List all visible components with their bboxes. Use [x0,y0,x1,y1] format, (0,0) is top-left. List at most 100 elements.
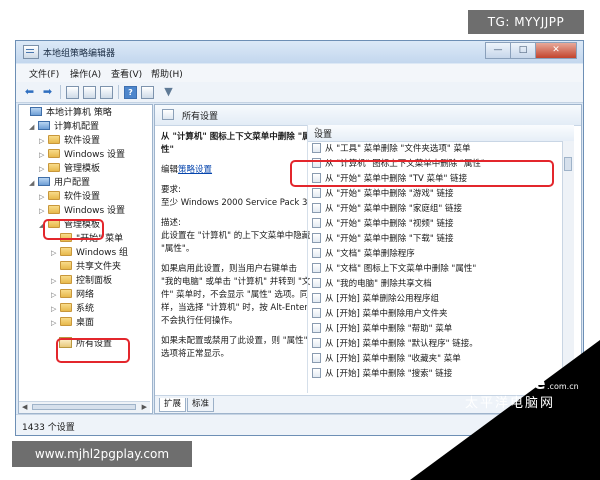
collapse-arrow-icon[interactable]: ▷ [51,275,60,288]
list-item[interactable]: 从 "文档" 菜单删除程序 [308,247,574,262]
collapse-arrow-icon[interactable]: ▷ [51,303,60,316]
highlight-admin-templates [43,219,104,240]
edit-policy-link[interactable]: 策略设置 [178,165,212,175]
computer-icon [38,177,50,186]
setting-description: 从 "计算机" 图标上下文菜单中删除 "属性" 编辑策略设置 要求: 至少 Win… [161,131,311,368]
properties-icon[interactable] [141,86,154,99]
folder-icon [60,289,72,298]
window-controls: — □ ✕ [485,42,577,59]
tree-item-system[interactable]: ▷ 系统 [51,303,94,316]
tree-item-user-software-settings[interactable]: ▷ 软件设置 [39,191,100,204]
folder-icon [60,261,72,270]
menu-view[interactable]: 查看(V) [111,67,142,80]
policy-icon [312,338,321,348]
computer-icon [30,107,42,116]
list-item[interactable]: 从 "开始" 菜单中删除 "下载" 链接 [308,232,574,247]
tree-item-desktop[interactable]: ▷ 桌面 [51,317,94,330]
scroll-left-arrow-icon[interactable]: ◀ [22,403,27,411]
tree-item-network[interactable]: ▷ 网络 [51,289,94,302]
sort-indicator-icon: ^ [314,127,320,135]
policy-icon [312,368,321,378]
menu-file[interactable]: 文件(F) [29,67,59,80]
tree-item-computer-config[interactable]: ◢ 计算机配置 [29,121,99,134]
folder-icon [60,317,72,326]
highlight-selected-row [290,160,554,187]
list-item[interactable]: 从 "工具" 菜单删除 "文件夹选项" 菜单 [308,142,574,157]
filter-icon[interactable]: ▼ [162,85,175,98]
export-list-icon[interactable] [100,86,113,99]
tree-item-control-panel[interactable]: ▷ 控制面板 [51,275,112,288]
pconline-logo: PConline .com.cn 太平洋电脑网 [465,374,579,411]
edit-policy-line: 编辑策略设置 [161,165,213,175]
watermark-top: TG: MYYJJPP [468,10,584,34]
list-item[interactable]: 从 "文档" 图标上下文菜单中删除 "属性" [308,262,574,277]
minimize-button[interactable]: — [485,42,511,59]
tree-item-windows-components[interactable]: ▷ Windows 组 [51,247,128,260]
tree-item-admin-templates[interactable]: ▷ 管理模板 [39,163,100,176]
status-count: 1433 个设置 [22,423,75,433]
setting-title: 从 "计算机" 图标上下文菜单中删除 "属性" [161,132,311,155]
folder-icon [48,149,60,158]
show-hide-tree-icon[interactable] [83,86,96,99]
list-item[interactable]: 从 "我的电脑" 删除共享文档 [308,277,574,292]
collapse-arrow-icon[interactable]: ▷ [39,191,48,204]
list-item[interactable]: 从 "开始" 菜单中删除 "游戏" 链接 [308,187,574,202]
collapse-arrow-icon[interactable]: ▷ [51,289,60,302]
scroll-thumb[interactable] [564,157,572,171]
tree-item-shared-folders[interactable]: 共享文件夹 [51,261,121,274]
policy-icon [312,308,321,318]
maximize-button[interactable]: □ [510,42,536,59]
list-item[interactable]: 从 "开始" 菜单中删除 "家庭组" 链接 [308,202,574,217]
settings-pane-title: 所有设置 [182,112,219,122]
menu-action[interactable]: 操作(A) [70,67,101,80]
list-item[interactable]: 从 [开始] 菜单删除公用程序组 [308,292,574,307]
folder-icon [60,275,72,284]
close-button[interactable]: ✕ [535,42,577,59]
collapse-arrow-icon[interactable]: ▷ [39,205,48,218]
watermark-bottom: www.mjhl2pgplay.com [12,441,192,467]
back-arrow-icon[interactable]: ⬅ [23,85,36,98]
settings-folder-icon [162,109,174,120]
tree-item-local-policy[interactable]: 本地计算机 策略 [21,107,112,120]
policy-icon [312,353,321,363]
collapse-arrow-icon[interactable]: ▷ [39,135,48,148]
tree-horizontal-scrollbar[interactable]: ◀ ▶ [19,401,150,413]
collapse-arrow-icon[interactable]: ▷ [51,317,60,330]
menu-help[interactable]: 帮助(H) [151,67,183,80]
expand-arrow-icon[interactable]: ◢ [29,121,38,134]
tree-item-windows-settings[interactable]: ▷ Windows 设置 [39,149,125,162]
tree-item-user-config[interactable]: ◢ 用户配置 [29,177,90,190]
folder-icon [48,205,60,214]
expand-arrow-icon[interactable]: ◢ [29,177,38,190]
list-item[interactable]: 从 [开始] 菜单中删除用户文件夹 [308,307,574,322]
help-icon[interactable]: ? [124,86,137,99]
collapse-arrow-icon[interactable]: ▷ [39,163,48,176]
policy-icon [312,218,321,228]
requirements: 要求: 至少 Windows 2000 Service Pack 3 [161,185,308,208]
disabled-explanation: 如果未配置或禁用了此设置，则 "属性" 选项将正常显示。 [161,336,308,359]
tree-item-software-settings[interactable]: ▷ 软件设置 [39,135,100,148]
policy-icon [312,323,321,333]
list-item[interactable]: 从 "开始" 菜单中删除 "视频" 链接 [308,217,574,232]
forward-arrow-icon[interactable]: ➡ [41,85,54,98]
collapse-arrow-icon[interactable]: ▷ [39,149,48,162]
column-header-setting[interactable]: 设置 ^ [308,125,574,142]
enabled-explanation: 如果启用此设置，则当用户右键单击 "我的电脑" 或单击 "计算机" 并转到 "文… [161,264,311,326]
tree-item-user-windows-settings[interactable]: ▷ Windows 设置 [39,205,125,218]
collapse-arrow-icon[interactable]: ▷ [51,247,60,260]
policy-icon [312,188,321,198]
tab-standard[interactable]: 标准 [187,398,215,412]
menu-bar: 文件(F) 操作(A) 查看(V) 帮助(H) [16,64,583,82]
tab-extended[interactable]: 扩展 [159,398,187,412]
settings-pane-header: 所有设置 [155,105,581,126]
folder-icon [48,135,60,144]
policy-icon [312,143,321,153]
list-item[interactable]: 从 [开始] 菜单中删除 "帮助" 菜单 [308,322,574,337]
title-bar[interactable]: 本地组策略编辑器 — □ ✕ [16,41,583,63]
scroll-thumb[interactable] [32,404,136,410]
scroll-right-arrow-icon[interactable]: ▶ [142,403,147,411]
folder-icon [60,247,72,256]
description-block: 描述: 此设置在 "计算机" 的上下文菜单中隐藏 "属性"。 [161,218,311,254]
up-folder-icon[interactable] [66,86,79,99]
folder-icon [48,191,60,200]
